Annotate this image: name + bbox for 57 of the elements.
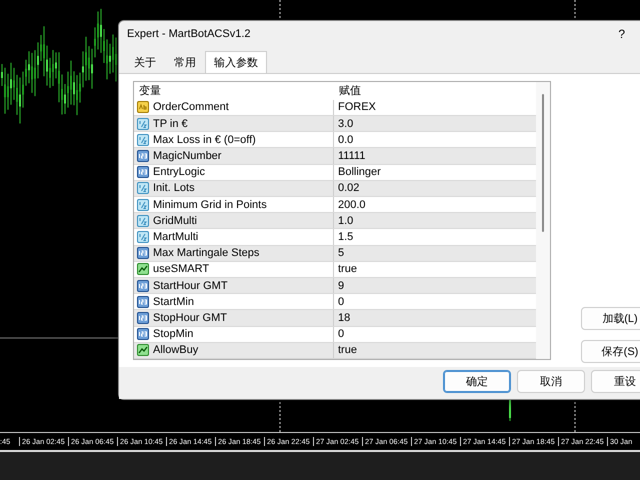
parameter-name: GridMulti <box>153 214 198 227</box>
parameter-value[interactable]: 200.0 <box>334 198 536 211</box>
parameter-value[interactable]: 0 <box>334 296 536 308</box>
column-header: 赋值 <box>338 84 362 98</box>
number-type-icon <box>137 150 149 162</box>
parameter-value[interactable]: FOREX <box>334 101 536 114</box>
dialog-button[interactable]: 取消 <box>517 370 585 393</box>
parameter-value[interactable]: true <box>334 263 536 276</box>
dialog-button[interactable]: 重设 <box>591 370 640 393</box>
number-type-icon <box>137 118 149 130</box>
parameter-name: StopMin <box>153 328 194 340</box>
parameter-value[interactable]: 9 <box>334 280 536 292</box>
parameter-name: OrderComment <box>153 101 229 114</box>
parameter-name: AllowBuy <box>153 344 198 356</box>
parameter-value[interactable]: 0.0 <box>334 134 536 146</box>
dialog-button[interactable]: 确定 <box>443 370 511 393</box>
parameter-name: Init. Lots <box>153 182 195 194</box>
number-type-icon <box>137 312 149 324</box>
scrollbar-thumb[interactable] <box>542 94 544 232</box>
parameter-name: useSMART <box>153 263 210 276</box>
number-type-icon <box>137 182 149 194</box>
column-header: 变量 <box>138 84 162 98</box>
parameter-name: StartMin <box>153 296 194 308</box>
parameter-name: TP in € <box>153 118 188 130</box>
parameter-value[interactable]: 1.0 <box>334 214 536 227</box>
side-button[interactable]: 保存(S) <box>581 340 640 363</box>
parameter-value[interactable]: 3.0 <box>334 118 536 130</box>
parameter-name: MagicNumber <box>153 150 222 162</box>
parameter-value[interactable]: 0 <box>334 328 536 340</box>
parameter-name: MartMulti <box>153 231 198 243</box>
tab[interactable]: 关于 <box>125 51 165 73</box>
parameter-value[interactable]: 0.02 <box>334 182 536 194</box>
text-type-icon <box>137 101 149 114</box>
parameter-value[interactable]: true <box>334 344 536 356</box>
parameter-value[interactable]: 11111 <box>334 150 536 162</box>
parameter-name: Minimum Grid in Points <box>153 198 267 211</box>
tab[interactable]: 输入参数 <box>205 51 267 73</box>
parameter-name: EntryLogic <box>153 166 205 178</box>
boolean-type-icon <box>137 344 149 356</box>
window-title: Expert - MartBotACSv1.2 <box>127 28 250 40</box>
number-type-icon <box>137 198 149 211</box>
number-type-icon <box>137 280 149 292</box>
parameter-value[interactable]: 1.5 <box>334 231 536 243</box>
side-button[interactable]: 加载(L) <box>581 307 640 330</box>
parameter-name: StartHour GMT <box>153 280 228 292</box>
number-type-icon <box>137 214 149 227</box>
parameter-name: Max Loss in € (0=off) <box>153 134 256 146</box>
parameter-value[interactable]: Bollinger <box>334 166 536 178</box>
boolean-type-icon <box>137 263 149 276</box>
parameter-name: Max Martingale Steps <box>153 247 260 260</box>
parameter-value[interactable]: 5 <box>334 247 536 260</box>
number-type-icon <box>137 231 149 243</box>
number-type-icon <box>137 134 149 146</box>
tab[interactable]: 常用 <box>165 51 205 73</box>
parameter-value[interactable]: 18 <box>334 312 536 324</box>
help-button[interactable]: ? <box>618 27 625 41</box>
parameter-name: StopHour GMT <box>153 312 227 324</box>
